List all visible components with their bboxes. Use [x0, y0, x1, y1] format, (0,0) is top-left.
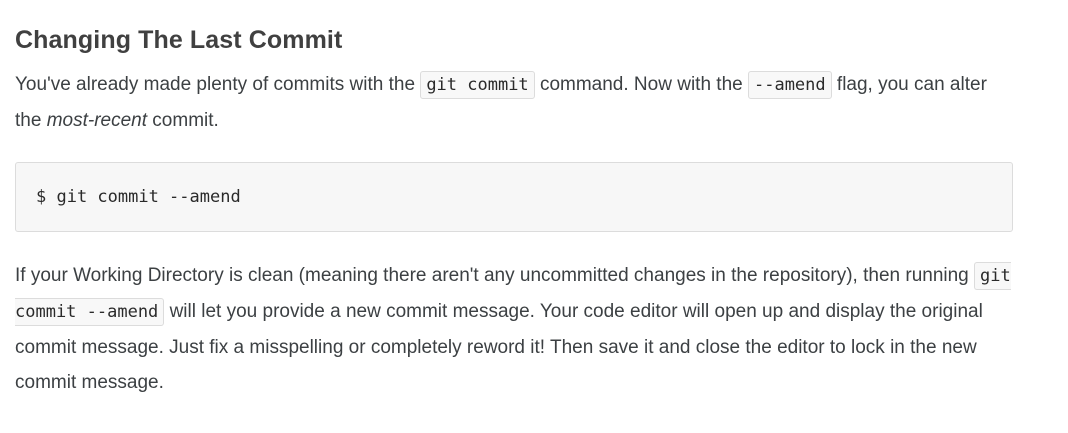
intro-text-1: You've already made plenty of commits wi… [15, 74, 421, 95]
intro-text-2: command. Now with the [534, 74, 748, 95]
inline-code-amend-flag: --amend [747, 71, 832, 99]
intro-paragraph: You've already made plenty of commits wi… [15, 67, 1015, 138]
emphasis-most-recent: most-recent [46, 110, 148, 131]
code-block-command: $ git commit --amend [36, 187, 241, 207]
inline-code-git-commit: git commit [420, 71, 535, 99]
intro-text-4: commit. [147, 110, 219, 131]
explanation-text-1: If your Working Directory is clean (mean… [15, 265, 975, 286]
explanation-paragraph: If your Working Directory is clean (mean… [15, 258, 1015, 400]
section-heading: Changing The Last Commit [15, 26, 343, 54]
code-block: $ git commit --amend [15, 162, 1013, 232]
